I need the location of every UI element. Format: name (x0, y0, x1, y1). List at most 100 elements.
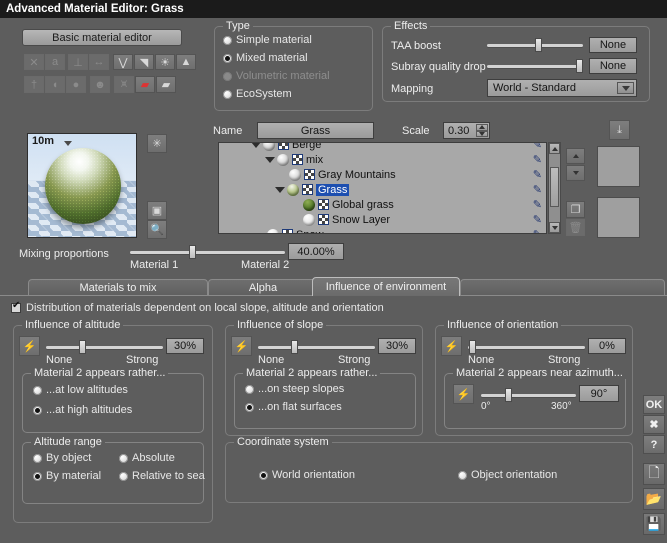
chevron-down-icon[interactable] (617, 82, 634, 94)
radio-absolute[interactable]: Absolute (119, 452, 175, 464)
table-row[interactable]: Snow Layer ✎ (219, 212, 546, 227)
scrollbar-thumb[interactable] (550, 167, 559, 207)
moon-phase-icon[interactable]: ◖ (45, 76, 65, 93)
slider-knob[interactable] (576, 59, 583, 73)
altitude-slider[interactable] (46, 340, 163, 354)
material-tree[interactable]: Berge ✎ mix ✎ Gray Mountains ✎ Grass ✎ G… (218, 142, 547, 234)
slider-knob[interactable] (535, 38, 542, 52)
radio-low-altitudes[interactable]: ...at low altitudes (33, 384, 128, 396)
tab-influence-of-environment[interactable]: Influence of environment (312, 277, 460, 296)
expand-arrow-icon[interactable] (251, 143, 261, 148)
subray-quality-drop-slider[interactable] (487, 59, 583, 73)
open-file-button[interactable]: 📂 (643, 488, 665, 510)
slider-knob[interactable] (79, 340, 86, 354)
slope-slider[interactable] (258, 340, 375, 354)
sun-icon[interactable]: ☀ (155, 54, 175, 70)
distribution-checkbox[interactable]: Distribution of materials dependent on l… (11, 300, 384, 314)
duplicate-button[interactable]: ❐ (566, 201, 585, 218)
scroll-up-button[interactable] (549, 143, 560, 154)
radio-world-orientation[interactable]: World orientation (259, 469, 355, 481)
altitude-animate-icon[interactable]: ⚡ (19, 336, 40, 356)
table-row[interactable]: Berge ✎ (219, 143, 546, 152)
altitude-value[interactable]: 30% (166, 338, 204, 354)
azimuth-animate-icon[interactable]: ⚡ (453, 384, 474, 404)
taa-boost-value[interactable]: None (589, 37, 637, 53)
pencil-icon[interactable]: ✎ (533, 213, 542, 226)
arrow-bar-icon[interactable]: ↔ (89, 54, 109, 70)
radio-by-object[interactable]: By object (33, 452, 91, 464)
material-slot-preview-2[interactable] (597, 197, 640, 238)
azimuth-slider[interactable] (481, 388, 576, 402)
mixing-proportions-value[interactable]: 40.00% (288, 243, 344, 260)
taa-boost-slider[interactable] (487, 38, 583, 52)
radio-simple-material[interactable]: Simple material (223, 34, 312, 46)
table-row[interactable]: Gray Mountains ✎ (219, 167, 546, 182)
subray-quality-drop-value[interactable]: None (589, 58, 637, 74)
trash-button[interactable]: 🗑 (566, 219, 585, 236)
orientation-value[interactable]: 0% (588, 338, 626, 354)
orientation-slider[interactable] (468, 340, 585, 354)
slider-knob[interactable] (505, 388, 512, 402)
randomize-icon[interactable]: ✳ (147, 134, 167, 153)
pencil-icon[interactable]: ✎ (533, 198, 542, 211)
chevron-down-icon[interactable] (64, 141, 72, 146)
clapboard-delete-icon[interactable]: ▰ (135, 76, 155, 93)
pin-icon[interactable]: ◥ (134, 54, 154, 70)
head-icon[interactable]: ☻ (90, 76, 110, 93)
new-file-button[interactable]: 🗋 (643, 463, 665, 485)
ok-button[interactable]: OK (643, 395, 665, 414)
table-row[interactable]: Global grass ✎ (219, 197, 546, 212)
radio-object-orientation[interactable]: Object orientation (458, 469, 557, 481)
preview-object-icon[interactable]: ▣ (147, 201, 167, 220)
clapboard-z-icon[interactable]: ▰ (156, 76, 176, 93)
slope-animate-icon[interactable]: ⚡ (231, 336, 252, 356)
radio-ecosystem[interactable]: EcoSystem (223, 88, 292, 100)
move-down-button[interactable] (566, 165, 585, 181)
sphere-icon[interactable]: ● (66, 76, 86, 93)
quantity-stepper[interactable] (476, 124, 488, 137)
stamp-icon[interactable]: ▲ (176, 54, 196, 70)
pencil-icon[interactable]: ✎ (533, 183, 542, 196)
letter-a-icon[interactable]: a (45, 54, 65, 70)
radio-by-material[interactable]: By material (33, 470, 101, 482)
stepper-down[interactable] (476, 130, 488, 137)
table-row[interactable]: Snow ✎ (219, 227, 546, 233)
scale-input[interactable]: 0.30 (443, 122, 490, 139)
material-slot-preview-1[interactable] (597, 146, 640, 187)
mixing-proportions-slider[interactable] (130, 245, 285, 259)
save-file-button[interactable]: 💾 (643, 513, 665, 535)
name-input[interactable]: Grass (257, 122, 374, 139)
radio-steep-slopes[interactable]: ...on steep slopes (245, 383, 344, 395)
table-row[interactable]: Grass ✎ (219, 182, 546, 197)
mapping-dropdown[interactable]: World - Standard (487, 79, 637, 97)
orientation-animate-icon[interactable]: ⚡ (441, 336, 462, 356)
slider-knob[interactable] (189, 245, 196, 259)
radio-flat-surfaces[interactable]: ...on flat surfaces (245, 401, 342, 413)
table-row[interactable]: mix ✎ (219, 152, 546, 167)
cross-arrows-icon[interactable]: ✕ (24, 54, 44, 70)
radio-mixed-material[interactable]: Mixed material (223, 52, 308, 64)
basic-material-editor-button[interactable]: Basic material editor (22, 29, 182, 46)
material-preview[interactable]: 10m (27, 133, 137, 238)
tab-materials-to-mix[interactable]: Materials to mix (28, 279, 208, 296)
radio-relative-to-sea[interactable]: Relative to sea (119, 470, 205, 482)
waveform-icon[interactable]: ⩙ (114, 76, 134, 93)
scroll-down-button[interactable] (549, 222, 560, 233)
zoom-icon[interactable]: 🔍 (147, 220, 167, 239)
pencil-icon[interactable]: ✎ (533, 228, 542, 233)
expand-arrow-icon[interactable] (275, 186, 285, 193)
expand-arrow-icon[interactable] (265, 156, 275, 163)
graph-curve-icon[interactable]: ⋁ (113, 54, 133, 70)
tree-scrollbar[interactable] (548, 142, 561, 234)
slope-value[interactable]: 30% (378, 338, 416, 354)
cancel-button[interactable]: ✖ (643, 415, 665, 434)
move-up-button[interactable] (566, 148, 585, 164)
load-material-icon[interactable]: ⤓ (609, 120, 630, 140)
help-button[interactable]: ? (643, 435, 665, 454)
ruler-icon[interactable]: ⊥ (68, 54, 88, 70)
pencil-icon[interactable]: ✎ (533, 168, 542, 181)
slider-knob[interactable] (469, 340, 476, 354)
pencil-icon[interactable]: ✎ (533, 153, 542, 166)
radio-high-altitudes[interactable]: ...at high altitudes (33, 404, 132, 416)
tab-alpha[interactable]: Alpha (208, 279, 318, 296)
